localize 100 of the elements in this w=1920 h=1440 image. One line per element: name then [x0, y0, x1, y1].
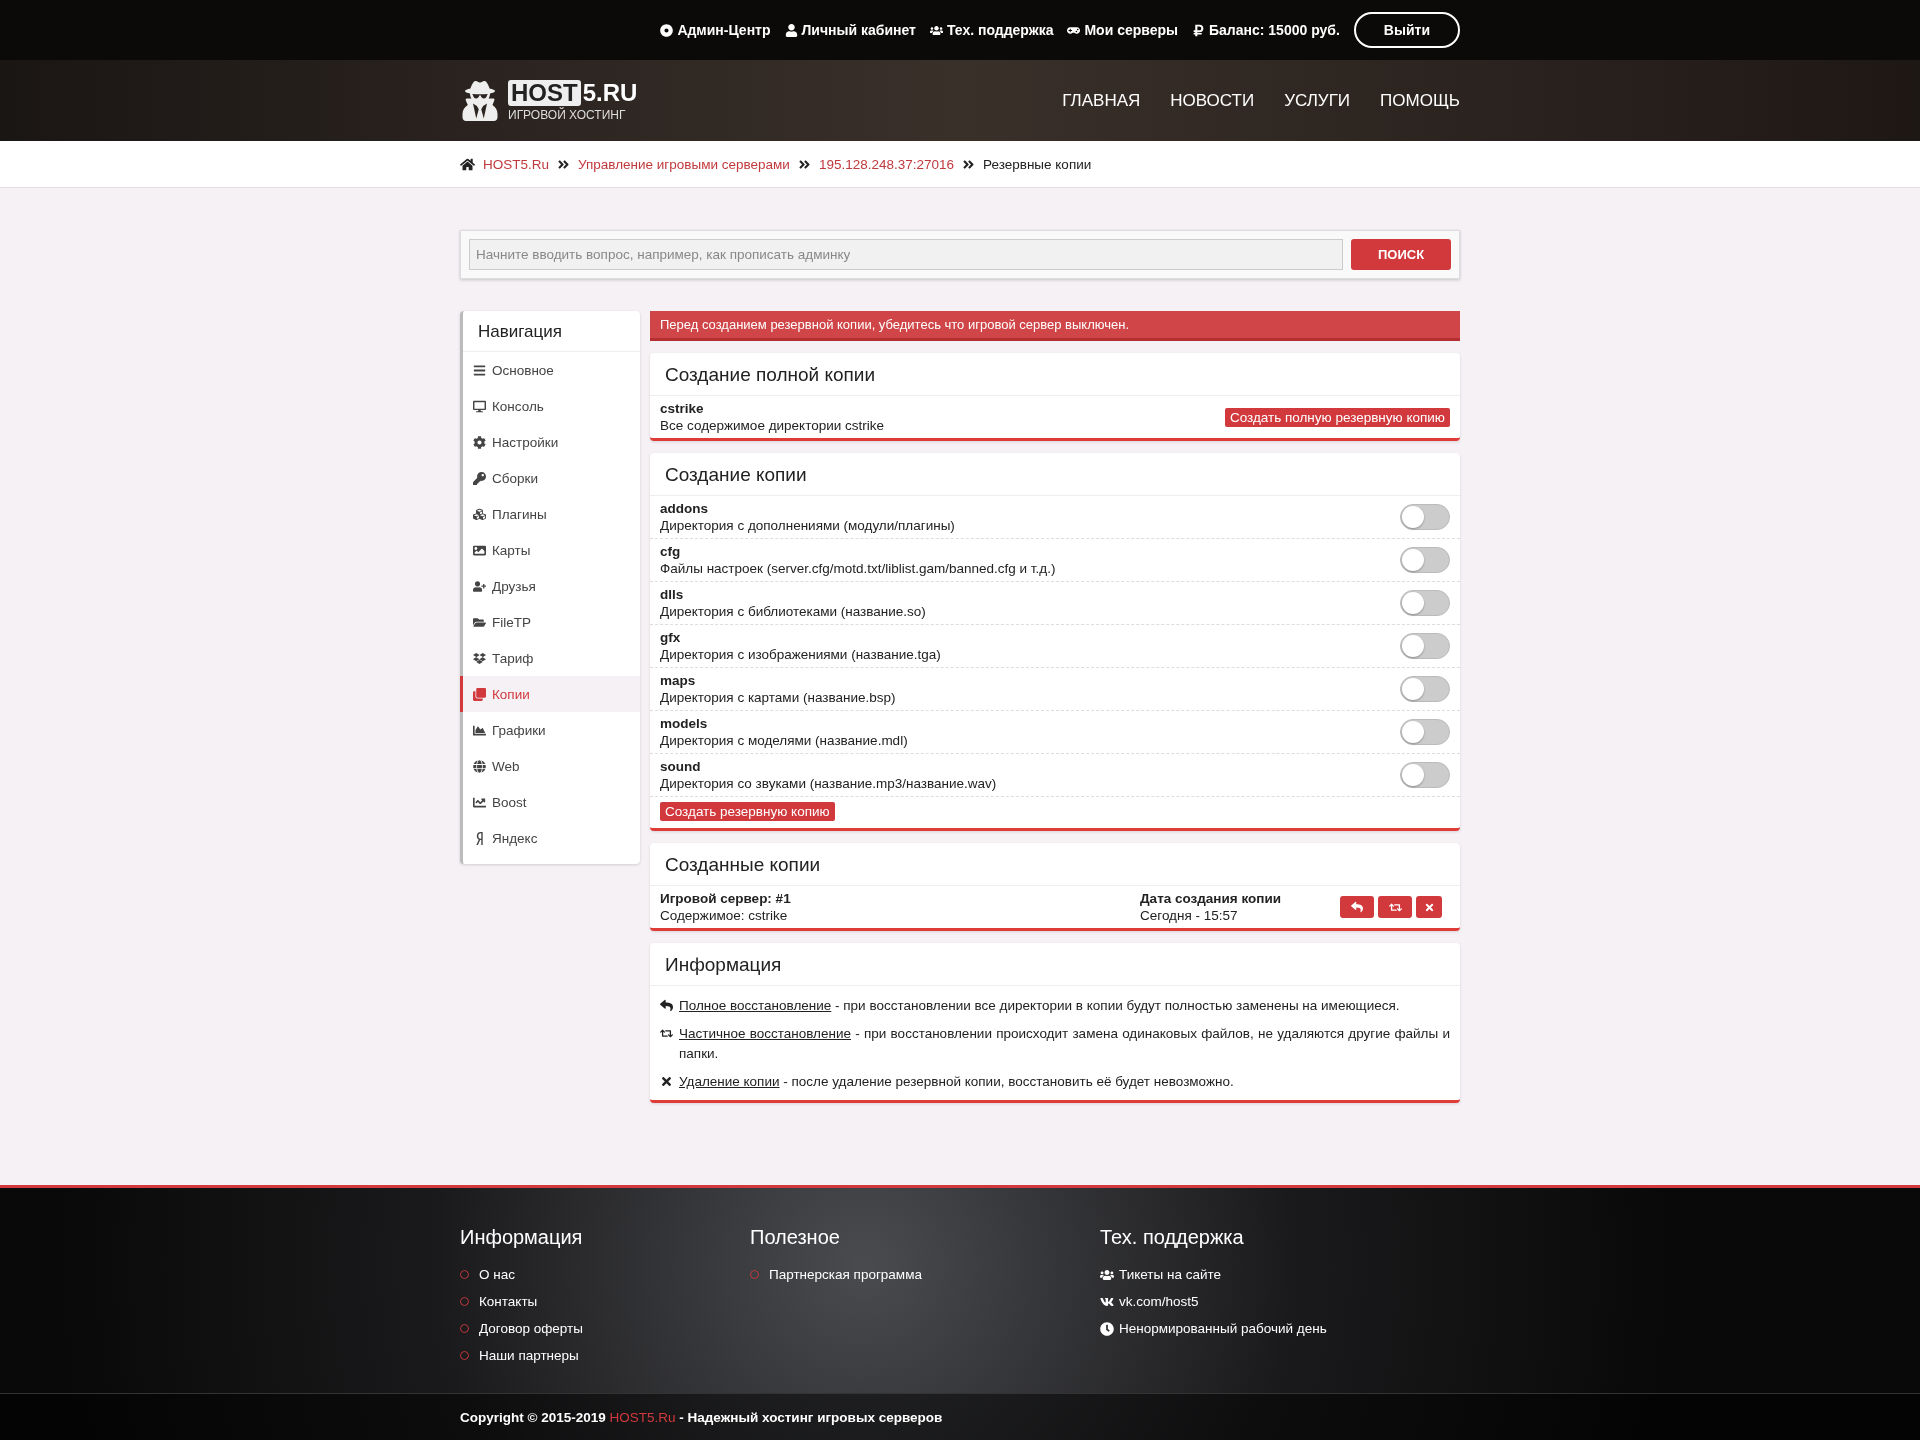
- sidebar-item[interactable]: Сборки: [460, 460, 640, 496]
- delete-button[interactable]: [1416, 896, 1442, 918]
- globe-icon: [473, 759, 486, 773]
- sidebar-item[interactable]: Карты: [460, 532, 640, 568]
- directory-description: Директория с дополнениями (модули/плагины): [660, 517, 955, 534]
- logo-box-text: HOST: [508, 79, 581, 106]
- sidebar-item[interactable]: Основное: [460, 352, 640, 388]
- users-icon: [1100, 1267, 1114, 1282]
- toggle-switch[interactable]: [1400, 633, 1450, 659]
- footer-title: Информация: [460, 1226, 584, 1249]
- sidebar-item[interactable]: Яндекс: [460, 820, 640, 856]
- directory-description: Все содержимое директории cstrike: [660, 417, 884, 434]
- main-nav-link[interactable]: ГЛАВНАЯ: [1062, 90, 1141, 111]
- toggle-switch[interactable]: [1400, 676, 1450, 702]
- sidebar-item[interactable]: Web: [460, 748, 640, 784]
- info-link[interactable]: Частичное восстановление: [679, 1026, 851, 1041]
- home-icon: [460, 156, 475, 172]
- top-link[interactable]: Баланс: 15000 руб.: [1192, 22, 1340, 38]
- top-link[interactable]: Тех. поддержка: [929, 22, 1054, 38]
- footer-link[interactable]: Тикеты на сайте: [1119, 1267, 1221, 1282]
- footer-link[interactable]: vk.com/host5: [1119, 1294, 1199, 1309]
- breadcrumb-link[interactable]: 195.128.248.37:27016: [818, 156, 955, 172]
- card-title: Создание копии: [650, 453, 1460, 496]
- card-title: Информация: [650, 943, 1460, 986]
- toggle-switch[interactable]: [1400, 762, 1450, 788]
- main-nav-link[interactable]: УСЛУГИ: [1284, 90, 1351, 111]
- boxes-icon: [473, 651, 486, 665]
- top-link[interactable]: Личный кабинет: [784, 22, 916, 38]
- sidebar-item[interactable]: FileTP: [460, 604, 640, 640]
- info-paragraph: Удаление копии - после удаление резервной копии, восстановить её будет невозможно.: [679, 1073, 1235, 1091]
- circle-bullet-icon: [460, 1270, 469, 1279]
- current-page-text: Резервные копии: [983, 156, 1092, 172]
- sidebar-item[interactable]: Консоль: [460, 388, 640, 424]
- toggle-switch[interactable]: [1400, 719, 1450, 745]
- reply-icon: [1351, 901, 1363, 913]
- breadcrumb-link[interactable]: HOST5.Ru: [483, 156, 550, 172]
- breadcrumb-link[interactable]: Управление игровыми серверами: [578, 156, 790, 172]
- footer-title: Полезное: [750, 1226, 841, 1249]
- chevron-icon: [797, 157, 811, 171]
- image-icon: [473, 543, 486, 557]
- area-chart-icon: [473, 723, 486, 737]
- sidebar-item[interactable]: Плагины: [460, 496, 640, 532]
- chevron-icon: [962, 157, 976, 171]
- directory-name: addons: [660, 500, 709, 517]
- warning-alert: Перед созданием резервной копии, убедитесь что игровой сервер выключен.: [650, 311, 1460, 341]
- search-field[interactable]: Начните вводить вопрос, например, как прописать админку: [469, 239, 1343, 270]
- top-link[interactable]: Мои серверы: [1067, 22, 1178, 38]
- date-value: Сегодня - 15:57: [1140, 907, 1239, 924]
- info-paragraph: Полное восстановление - при восстановлении все директории в копии будут полностью заменены на имеющиеся.: [679, 997, 1401, 1015]
- sidebar-item[interactable]: Настройки: [460, 424, 640, 460]
- logo-tagline: ИГРОВОЙ ХОСТИНГ: [508, 107, 627, 122]
- reply-icon: [660, 999, 673, 1012]
- folder-icon: [473, 615, 486, 629]
- footer-link[interactable]: Наши партнеры: [460, 1348, 750, 1363]
- toggle-switch[interactable]: [1400, 547, 1450, 573]
- chevron-icon: [557, 157, 571, 171]
- toggle-switch[interactable]: [1400, 590, 1450, 616]
- clock-icon: [1100, 1321, 1114, 1336]
- ruble-icon: [1192, 23, 1205, 37]
- copyright-text: Copyright © 2015-2019 HOST5.Ru - Надежный хостинг игровых серверов: [460, 1409, 944, 1427]
- search-button[interactable]: ПОИСК: [1351, 239, 1451, 270]
- footer-link[interactable]: Договор оферты: [460, 1321, 750, 1336]
- info-paragraph: Частичное восстановление - при восстановлении происходит замена одинаковых файлов, не удаляются другие файлы и папки.: [679, 1025, 1450, 1063]
- footer-link[interactable]: Контакты: [460, 1294, 750, 1309]
- main-nav-link[interactable]: ПОМОЩЬ: [1380, 90, 1460, 111]
- circle-bullet-icon: [460, 1351, 469, 1360]
- sidebar-item[interactable]: Boost: [460, 784, 640, 820]
- toggle-switch[interactable]: [1400, 504, 1450, 530]
- repeat-icon: [660, 1027, 673, 1040]
- monitor-icon: [473, 399, 486, 413]
- sidebar-item[interactable]: Тариф: [460, 640, 640, 676]
- backup-button[interactable]: Создать резервную копию: [660, 802, 835, 821]
- restore-button[interactable]: [1340, 896, 1374, 918]
- logout-button[interactable]: Выйти: [1353, 12, 1460, 48]
- users-icon: [929, 23, 943, 37]
- directory-description: Директория со звуками (название.mp3/название.wav): [660, 775, 997, 792]
- main-nav-link[interactable]: НОВОСТИ: [1170, 90, 1255, 111]
- copyright-link[interactable]: HOST5.Ru: [609, 1410, 676, 1425]
- circle-bullet-icon: [460, 1324, 469, 1333]
- sidebar-item[interactable]: Графики: [460, 712, 640, 748]
- sidebar-title: Навигация: [463, 311, 640, 352]
- partial-restore-button[interactable]: [1378, 896, 1412, 918]
- sidebar-item[interactable]: Друзья: [460, 568, 640, 604]
- directory-description: Директория с изображениями (название.tga): [660, 646, 941, 663]
- sidebar-item[interactable]: Копии: [460, 676, 640, 712]
- footer-link[interactable]: О нас: [460, 1267, 750, 1282]
- directory-description: Файлы настроек (server.cfg/motd.txt/liblist.gam/banned.cfg и т.д.): [660, 560, 1056, 577]
- close-icon: [1423, 901, 1435, 913]
- footer-link[interactable]: Партнерская программа: [750, 1267, 1100, 1282]
- top-link[interactable]: Админ-Центр: [660, 22, 771, 38]
- directory-description: Директория с библиотеками (название.so): [660, 603, 926, 620]
- directory-name: sound: [660, 758, 702, 775]
- logo-text: 5.RU: [582, 80, 638, 105]
- circle-bullet-icon: [750, 1270, 759, 1279]
- footer-link[interactable]: Ненормированный рабочий день: [1119, 1321, 1327, 1336]
- full-backup-button[interactable]: Создать полную резервную копию: [1224, 407, 1450, 427]
- user-plus-icon: [473, 579, 486, 593]
- info-link[interactable]: Удаление копии: [679, 1074, 780, 1089]
- info-link[interactable]: Полное восстановление: [679, 998, 832, 1013]
- close-icon: [660, 1075, 673, 1088]
